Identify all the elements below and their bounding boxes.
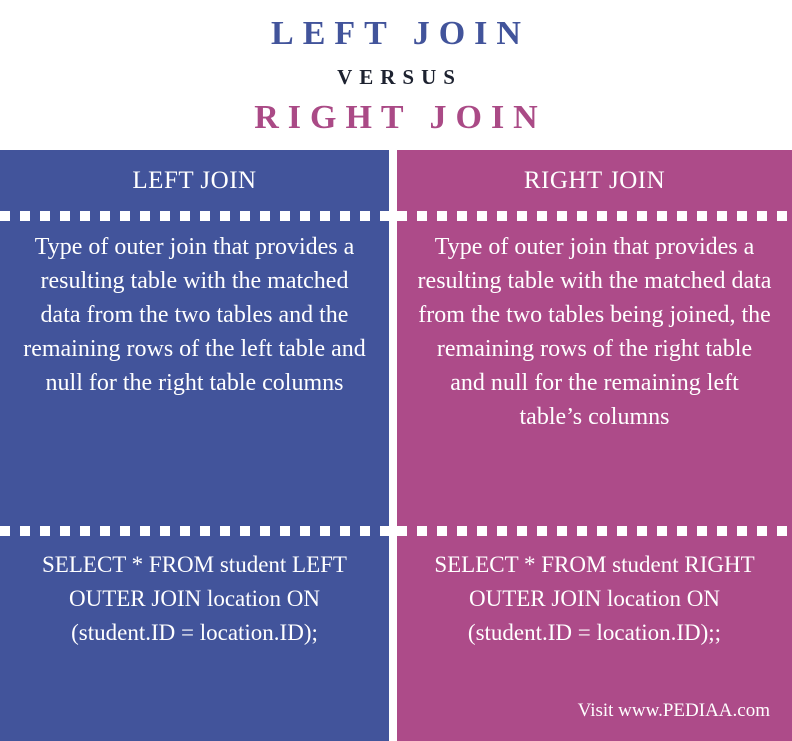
title-right-join: RIGHT JOIN: [254, 99, 547, 136]
footer-credit: Visit www.PEDIAA.com: [577, 700, 770, 721]
column-right-join: RIGHT JOIN Type of outer join that provi…: [397, 150, 792, 741]
column-right-description: Type of outer join that provides a resul…: [417, 234, 772, 430]
dashed-divider-bottom-left: [0, 526, 389, 536]
column-left-join: LEFT JOIN Type of outer join that provid…: [0, 150, 389, 741]
dashed-divider-bottom-right: [397, 526, 792, 536]
column-left-description: Type of outer join that provides a resul…: [23, 234, 366, 396]
dashed-divider-top-right: [397, 211, 792, 221]
column-left-code: SELECT * FROM student LEFT OUTER JOIN lo…: [42, 552, 347, 645]
title-left-join: LEFT JOIN: [271, 15, 530, 52]
title-block: LEFT JOIN VERSUS RIGHT JOIN: [0, 0, 792, 150]
title-versus: VERSUS: [337, 65, 462, 89]
column-left-heading: LEFT JOIN: [132, 166, 257, 194]
comparison-infographic: LEFT JOIN VERSUS RIGHT JOIN LEFT JOIN Ty…: [0, 0, 792, 741]
column-right-heading: RIGHT JOIN: [523, 166, 666, 194]
comparison-columns: LEFT JOIN Type of outer join that provid…: [0, 150, 792, 741]
column-right-code: SELECT * FROM student RIGHT OUTER JOIN l…: [434, 552, 755, 645]
dashed-divider-top-left: [0, 211, 389, 221]
